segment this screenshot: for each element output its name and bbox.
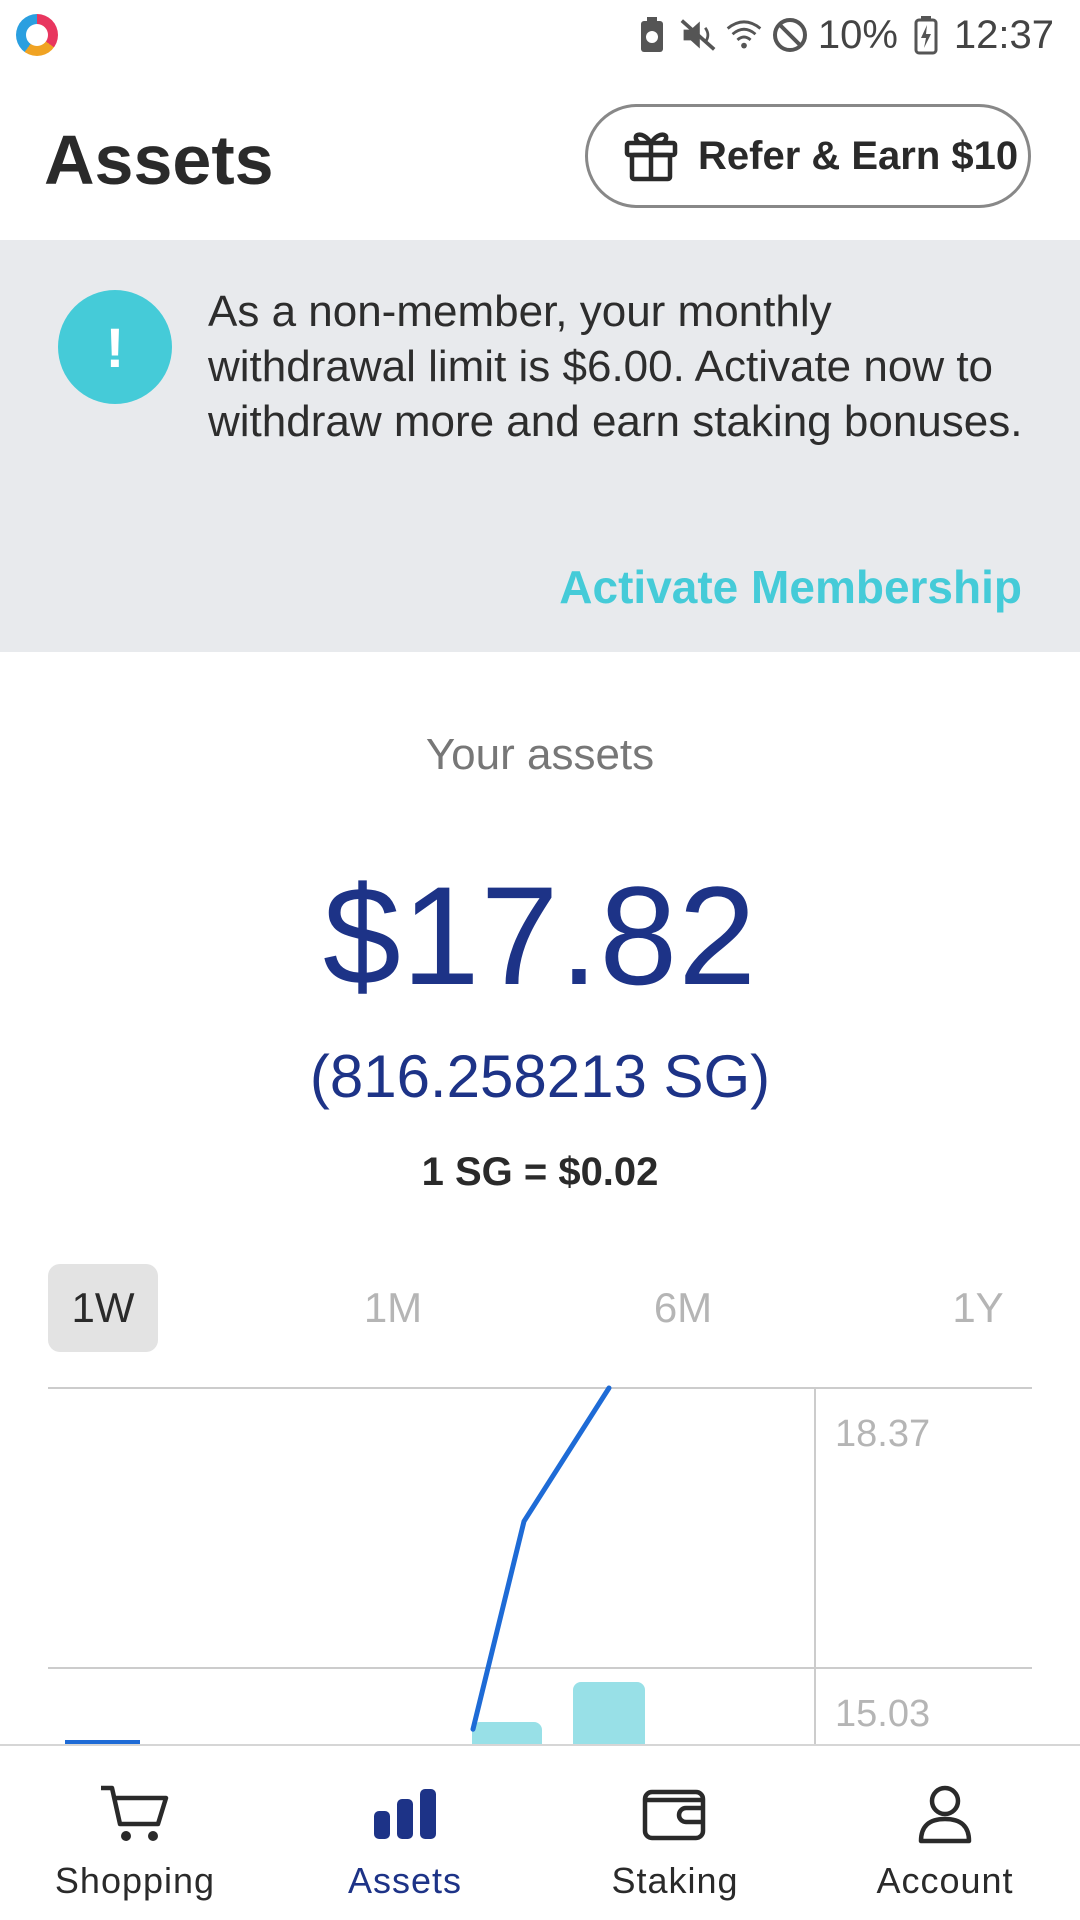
chart-bar	[573, 1682, 645, 1744]
status-bar: 10% 12:37	[0, 0, 1080, 72]
y-tick-label: 15.03	[835, 1693, 930, 1735]
activate-membership-link[interactable]: Activate Membership	[559, 560, 1022, 614]
status-icons: 10% 12:37	[634, 10, 1054, 60]
wifi-icon	[726, 17, 762, 53]
app-logo-icon	[16, 14, 58, 56]
chart-bar	[472, 1722, 542, 1744]
header: Assets Refer & Earn $10	[0, 84, 1080, 240]
battery-percent: 10%	[817, 12, 898, 57]
range-tabs: 1W 1M 6M 1Y	[48, 1264, 1033, 1352]
mute-icon	[680, 17, 716, 53]
asset-chart: 18.37 15.03	[0, 1380, 1080, 1744]
nav-label-account: Account	[876, 1860, 1014, 1901]
exchange-rate: 1 SG = $0.02	[421, 1150, 659, 1194]
tab-1w[interactable]: 1W	[48, 1264, 158, 1352]
battery-icon	[908, 16, 944, 55]
asset-usd-value: $17.82	[322, 857, 758, 1014]
nav-label-shopping: Shopping	[54, 1860, 216, 1901]
tab-1y[interactable]: 1Y	[923, 1264, 1033, 1352]
battery-saver-icon	[634, 17, 670, 53]
nav-assets[interactable]: Assets	[270, 1746, 540, 1920]
y-tick-label: 18.37	[835, 1413, 930, 1455]
nav-label-staking: Staking	[611, 1860, 739, 1901]
do-not-disturb-icon	[772, 17, 808, 53]
nav-account[interactable]: Account	[810, 1746, 1080, 1920]
alert-icon: !	[58, 290, 172, 404]
wallet-icon	[638, 1782, 712, 1846]
asset-sg-value: (816.258213 SG)	[309, 1043, 771, 1110]
nav-label-assets: Assets	[347, 1860, 463, 1901]
refer-earn-label: Refer & Earn $10	[698, 133, 1019, 178]
page-title: Assets	[44, 121, 274, 199]
person-icon	[908, 1782, 982, 1846]
tab-1m[interactable]: 1M	[338, 1264, 448, 1352]
nav-shopping[interactable]: Shopping	[0, 1746, 270, 1920]
clock: 12:37	[953, 12, 1054, 57]
tab-6m[interactable]: 6M	[628, 1264, 738, 1352]
your-assets-label: Your assets	[425, 730, 655, 779]
shopping-cart-icon	[98, 1782, 172, 1846]
chart-line	[470, 1385, 612, 1732]
chart-svg: 18.37 15.03	[48, 1385, 1032, 1744]
membership-banner: ! As a non-member, your monthly withdraw…	[0, 240, 1080, 652]
bottom-nav: Shopping Assets Staking Account	[0, 1744, 1080, 1920]
refer-earn-button[interactable]: Refer & Earn $10	[585, 104, 1031, 208]
banner-message: As a non-member, your monthly withdrawal…	[208, 287, 1023, 446]
nav-staking[interactable]: Staking	[540, 1746, 810, 1920]
bar-chart-icon	[368, 1782, 442, 1846]
gift-icon	[622, 125, 680, 188]
